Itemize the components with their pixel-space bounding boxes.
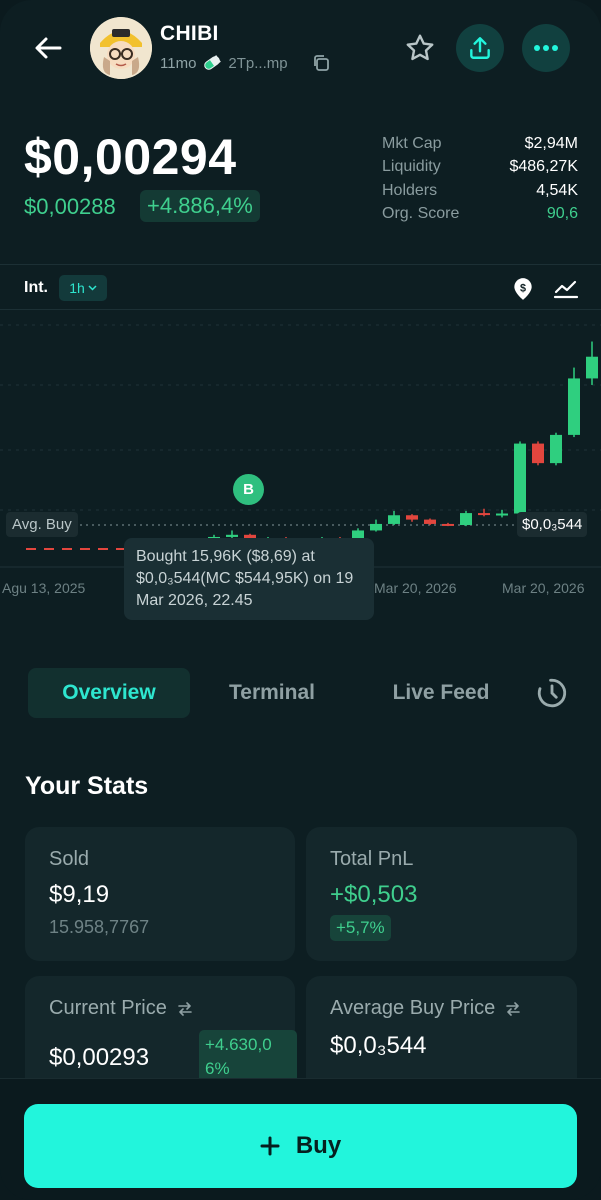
pnl-value: +$0,503 [330, 881, 418, 908]
pnl-card: Total PnL +$0,503 +5,7% [306, 827, 577, 961]
upload-icon [470, 37, 490, 59]
current-price-label-row: Current Price [49, 997, 193, 1020]
candle-body [478, 513, 490, 516]
price-change-badge: +4.886,4% [140, 190, 260, 222]
avg-buy-price-label-row: Average Buy Price [330, 997, 521, 1020]
plus-icon [260, 1136, 280, 1156]
trade-tooltip: Bought 15,96K ($8,69) at $0,0₃544(MC $54… [124, 538, 374, 620]
avg-buy-price-label: Average Buy Price [330, 997, 496, 1019]
share-button[interactable] [456, 24, 504, 72]
stat-label: Org. Score [382, 205, 460, 223]
stats-title: Your Stats [25, 772, 149, 800]
candle-body [532, 443, 544, 464]
candle-body [550, 434, 562, 464]
token-address: 2Tp...mp [228, 54, 288, 72]
avg-buy-label: Avg. Buy [6, 512, 78, 537]
stat-row-holders: Holders 4,54K [382, 179, 578, 203]
history-button[interactable] [530, 668, 574, 718]
current-price: $0,00294 [24, 129, 237, 185]
chibi-logo-icon [90, 17, 152, 79]
divider [0, 264, 601, 265]
candle-body [388, 515, 400, 524]
candle-body [586, 356, 598, 379]
svg-text:$: $ [520, 283, 526, 295]
stat-row-liquidity: Liquidity $486,27K [382, 156, 578, 180]
candle-body [460, 513, 472, 526]
tab-terminal[interactable]: Terminal [200, 668, 344, 718]
tab-overview[interactable]: Overview [28, 668, 190, 718]
line-chart-icon [553, 280, 579, 299]
detail-tabs: Overview Terminal Live Feed [0, 668, 601, 720]
history-icon [537, 678, 567, 708]
pnl-label: Total PnL [330, 848, 414, 870]
stat-value: 90,6 [546, 205, 578, 223]
chart-grid [0, 324, 601, 568]
token-header: CHIBI 11mo 2Tp...mp [0, 16, 601, 80]
chart-type-button[interactable] [552, 276, 580, 302]
buy-label: Buy [295, 1132, 342, 1159]
current-price-value: $0,00293 [49, 1044, 150, 1071]
x-axis-label: Mar 20, 2026 [374, 580, 457, 596]
candle-body [496, 513, 508, 516]
stat-label: Liquidity [382, 158, 441, 176]
avg-buy-price-value: $0,0₃544 [330, 1032, 427, 1059]
candle-body [406, 515, 418, 520]
dollar-pin-icon: $ [514, 278, 532, 300]
tab-live-feed[interactable]: Live Feed [372, 668, 510, 718]
current-price-tag: $0,0₃544 [517, 512, 588, 537]
token-name: CHIBI [160, 22, 219, 45]
market-stats: Mkt Cap $2,94M Liquidity $486,27K Holder… [382, 132, 578, 226]
swap-icon[interactable] [505, 1001, 521, 1016]
token-meta: 11mo 2Tp...mp [160, 54, 330, 72]
candle-body [424, 519, 436, 524]
token-avatar [90, 17, 152, 79]
candle-body [514, 443, 526, 514]
sold-label: Sold [49, 848, 90, 870]
candle-body [568, 378, 580, 435]
buy-button[interactable]: Buy [24, 1104, 577, 1188]
more-options-button[interactable] [522, 24, 570, 72]
base-price: $0,00288 [24, 194, 116, 219]
buy-marker[interactable]: B [233, 474, 264, 505]
token-age: 11mo [160, 54, 197, 72]
back-button[interactable] [26, 28, 70, 68]
star-icon [406, 34, 434, 61]
currency-toggle-button[interactable]: $ [510, 276, 536, 302]
stat-value: 4,54K [536, 181, 578, 199]
stat-row-orgscore: Org. Score 90,6 [382, 203, 578, 227]
interval-label: Int. [24, 279, 48, 296]
swap-icon[interactable] [177, 1001, 193, 1016]
favorite-button[interactable] [396, 24, 444, 72]
sold-card: Sold $9,19 15.958,7767 [25, 827, 295, 961]
pnl-percent-badge: +5,7% [330, 915, 391, 941]
interval-value: 1h [69, 280, 85, 296]
sold-amount: 15.958,7767 [49, 917, 150, 937]
candle-body [226, 534, 238, 537]
more-dots-icon [534, 45, 558, 51]
stat-value: $2,94M [524, 134, 578, 152]
pill-icon [204, 55, 222, 70]
current-price-change-badge: +4.630,06% [199, 1030, 297, 1084]
stat-label: Mkt Cap [382, 134, 442, 152]
app-frame: CHIBI 11mo 2Tp...mp $0,00294 $0,00288 +4… [0, 0, 601, 1200]
stat-value: $486,27K [509, 158, 578, 176]
stat-label: Holders [382, 181, 438, 199]
x-axis-label: Agu 13, 2025 [2, 580, 86, 596]
interval-selector[interactable]: 1h [59, 275, 107, 301]
current-price-label: Current Price [49, 997, 167, 1019]
x-axis-label: Mar 20, 2026 [502, 580, 585, 596]
stat-row-mktcap: Mkt Cap $2,94M [382, 132, 578, 156]
candle-body [370, 523, 382, 531]
arrow-left-icon [35, 37, 62, 59]
copy-icon[interactable] [312, 54, 330, 72]
candle-body [442, 523, 454, 526]
chevron-down-icon [88, 285, 97, 291]
sold-value: $9,19 [49, 881, 110, 908]
